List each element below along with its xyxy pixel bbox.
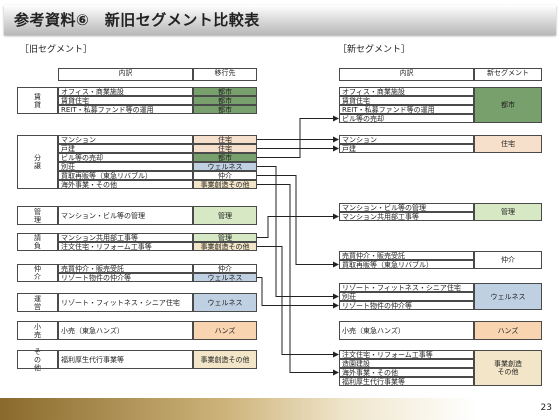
footer-bar [0, 398, 560, 420]
mapping-arrow [257, 246, 339, 358]
mapping-arrow [257, 115, 339, 158]
mapping-arrow [257, 213, 339, 238]
mapping-arrow [257, 277, 339, 309]
page-number: 23 [540, 403, 552, 413]
mapping-arrow [257, 184, 339, 376]
mapping-arrows [257, 115, 339, 376]
mapping-arrow [257, 166, 339, 300]
mapping-arrow [257, 175, 339, 268]
